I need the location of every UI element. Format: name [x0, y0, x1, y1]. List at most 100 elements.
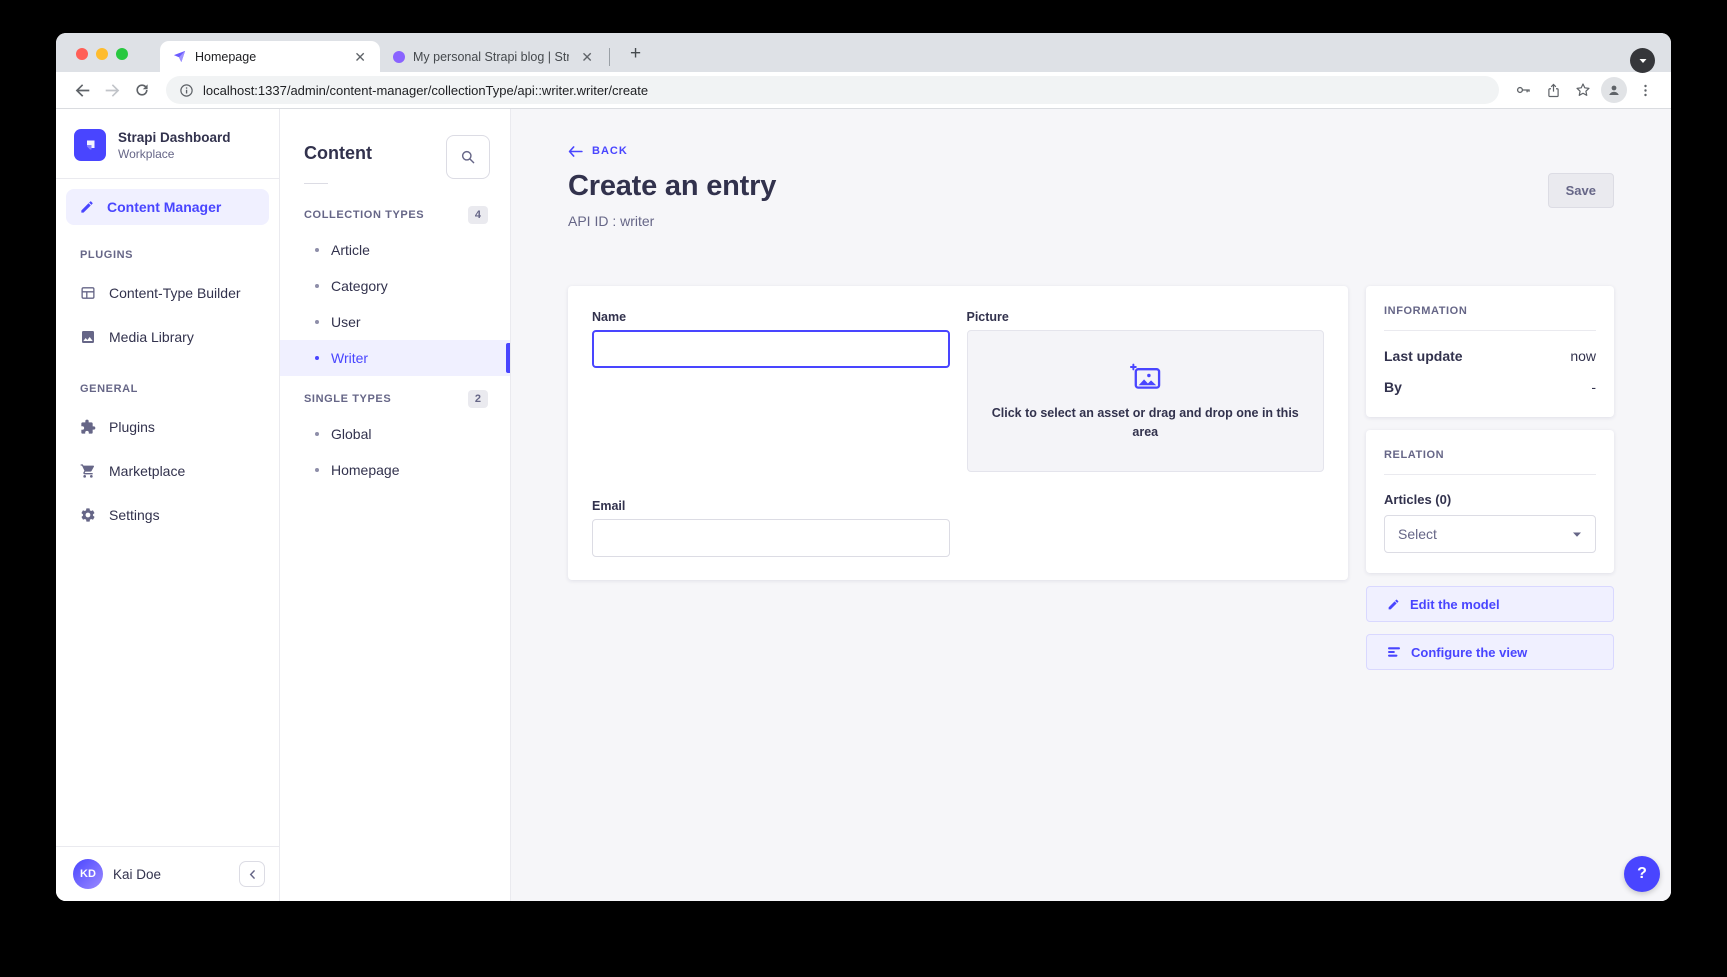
- picture-label: Picture: [967, 310, 1325, 324]
- sidebar-item-label: Content Manager: [107, 199, 221, 215]
- subnav-item-homepage[interactable]: Homepage: [280, 452, 510, 488]
- articles-select[interactable]: Select: [1384, 515, 1596, 553]
- subnav-item-label: Article: [331, 242, 370, 258]
- key-icon[interactable]: [1509, 76, 1537, 104]
- subnav-item-label: Writer: [331, 350, 368, 366]
- subnav-item-writer[interactable]: Writer: [280, 340, 510, 376]
- purple-dot-favicon: [393, 51, 405, 63]
- subnav-item-label: Homepage: [331, 462, 400, 478]
- info-icon[interactable]: [179, 83, 194, 98]
- profile-icon[interactable]: [1601, 77, 1627, 103]
- tab-search-button[interactable]: [1630, 48, 1655, 73]
- info-row-last-update: Last update now: [1384, 348, 1596, 364]
- configure-view-label: Configure the view: [1411, 645, 1527, 660]
- sidebar-item-label: Media Library: [109, 329, 194, 345]
- gear-icon: [80, 507, 96, 523]
- subnav-item-label: User: [331, 314, 361, 330]
- bullet-icon: [315, 248, 319, 252]
- close-window-button[interactable]: [76, 48, 88, 60]
- bullet-icon: [315, 432, 319, 436]
- url-text: localhost:1337/admin/content-manager/col…: [203, 83, 648, 98]
- sidebar-footer: KD Kai Doe: [56, 846, 279, 901]
- reload-icon[interactable]: [128, 76, 156, 104]
- bullet-icon: [315, 284, 319, 288]
- sidebar-item-marketplace[interactable]: Marketplace: [56, 449, 279, 493]
- sidebar-item-content-manager[interactable]: Content Manager: [66, 189, 269, 225]
- forward-icon[interactable]: [98, 76, 126, 104]
- strapi-logo: [74, 129, 106, 161]
- menu-dots-icon[interactable]: [1631, 76, 1659, 104]
- new-tab-button[interactable]: +: [624, 43, 647, 65]
- user-name: Kai Doe: [113, 867, 229, 882]
- count-badge: 4: [468, 206, 488, 224]
- group-label: COLLECTION TYPES: [304, 209, 424, 221]
- sidebar-item-content-type-builder[interactable]: Content-Type Builder: [56, 271, 279, 315]
- back-icon[interactable]: [68, 76, 96, 104]
- screen-background: Homepage ✕ My personal Strapi blog | Str…: [0, 0, 1727, 977]
- main-sidebar: Strapi Dashboard Workplace Content Manag…: [56, 109, 280, 901]
- divider: [1384, 330, 1596, 331]
- info-value: -: [1591, 379, 1596, 395]
- relation-card: RELATION Articles (0) Select: [1366, 430, 1614, 573]
- picture-dropzone[interactable]: Click to select an asset or drag and dro…: [967, 330, 1325, 472]
- configure-view-button[interactable]: Configure the view: [1366, 634, 1614, 670]
- right-panel: INFORMATION Last update now By -: [1366, 286, 1614, 682]
- tab-close-icon[interactable]: ✕: [350, 48, 370, 66]
- avatar: KD: [73, 859, 103, 889]
- search-icon: [460, 149, 476, 165]
- share-icon[interactable]: [1539, 76, 1567, 104]
- name-label: Name: [592, 310, 950, 324]
- email-label: Email: [592, 499, 950, 513]
- subnav-item-global[interactable]: Global: [280, 416, 510, 452]
- tab-strip: Homepage ✕ My personal Strapi blog | Str…: [56, 33, 1671, 72]
- info-row-by: By -: [1384, 379, 1596, 395]
- bullet-icon: [315, 356, 319, 360]
- tab-strapi-blog[interactable]: My personal Strapi blog | Strap ✕: [381, 41, 607, 72]
- star-icon[interactable]: [1569, 76, 1597, 104]
- search-button[interactable]: [446, 135, 490, 179]
- help-button[interactable]: ?: [1624, 856, 1660, 892]
- divider: [304, 183, 328, 184]
- information-card: INFORMATION Last update now By -: [1366, 286, 1614, 417]
- info-value: now: [1570, 348, 1596, 364]
- subnav-title: Content: [304, 143, 372, 164]
- form-grid: Name Picture: [592, 310, 1324, 557]
- subnav-item-article[interactable]: Article: [280, 232, 510, 268]
- subnav-item-category[interactable]: Category: [280, 268, 510, 304]
- group-single-types: SINGLE TYPES 2: [280, 376, 510, 416]
- cart-icon: [80, 463, 96, 479]
- group-label: SINGLE TYPES: [304, 393, 391, 405]
- back-link[interactable]: BACK: [568, 145, 1614, 157]
- address-bar[interactable]: localhost:1337/admin/content-manager/col…: [166, 76, 1499, 104]
- workspace-title: Strapi Dashboard: [118, 130, 231, 145]
- tab-title: My personal Strapi blog | Strap: [413, 50, 569, 64]
- tab-close-icon[interactable]: ✕: [577, 48, 597, 66]
- field-picture: Picture Click to select an asset or drag…: [967, 310, 1325, 472]
- name-input[interactable]: [592, 330, 950, 368]
- group-collection-types: COLLECTION TYPES 4: [280, 192, 510, 232]
- image-plus-icon: [1129, 361, 1162, 391]
- zoom-window-button[interactable]: [116, 48, 128, 60]
- workspace-brand[interactable]: Strapi Dashboard Workplace: [56, 109, 279, 179]
- sidebar-item-settings[interactable]: Settings: [56, 493, 279, 537]
- title-row: Create an entry API ID : writer Save: [568, 170, 1614, 229]
- browser-toolbar: localhost:1337/admin/content-manager/col…: [56, 72, 1671, 109]
- email-input[interactable]: [592, 519, 950, 557]
- page-subtitle: API ID : writer: [568, 213, 776, 229]
- section-label-plugins: PLUGINS: [56, 225, 279, 271]
- chevron-down-icon: [1638, 56, 1648, 66]
- strapi-admin: Strapi Dashboard Workplace Content Manag…: [56, 109, 1671, 901]
- minimize-window-button[interactable]: [96, 48, 108, 60]
- main-content: BACK Create an entry API ID : writer Sav…: [511, 109, 1671, 901]
- page-title: Create an entry: [568, 170, 776, 203]
- collapse-sidebar-button[interactable]: [239, 861, 265, 887]
- sidebar-item-media-library[interactable]: Media Library: [56, 315, 279, 359]
- back-label: BACK: [592, 145, 628, 157]
- sidebar-item-label: Content-Type Builder: [109, 285, 241, 301]
- sidebar-item-plugins[interactable]: Plugins: [56, 405, 279, 449]
- section-label-general: GENERAL: [56, 359, 279, 405]
- save-button[interactable]: Save: [1548, 173, 1614, 208]
- edit-model-button[interactable]: Edit the model: [1366, 586, 1614, 622]
- subnav-item-user[interactable]: User: [280, 304, 510, 340]
- tab-homepage[interactable]: Homepage ✕: [160, 41, 380, 72]
